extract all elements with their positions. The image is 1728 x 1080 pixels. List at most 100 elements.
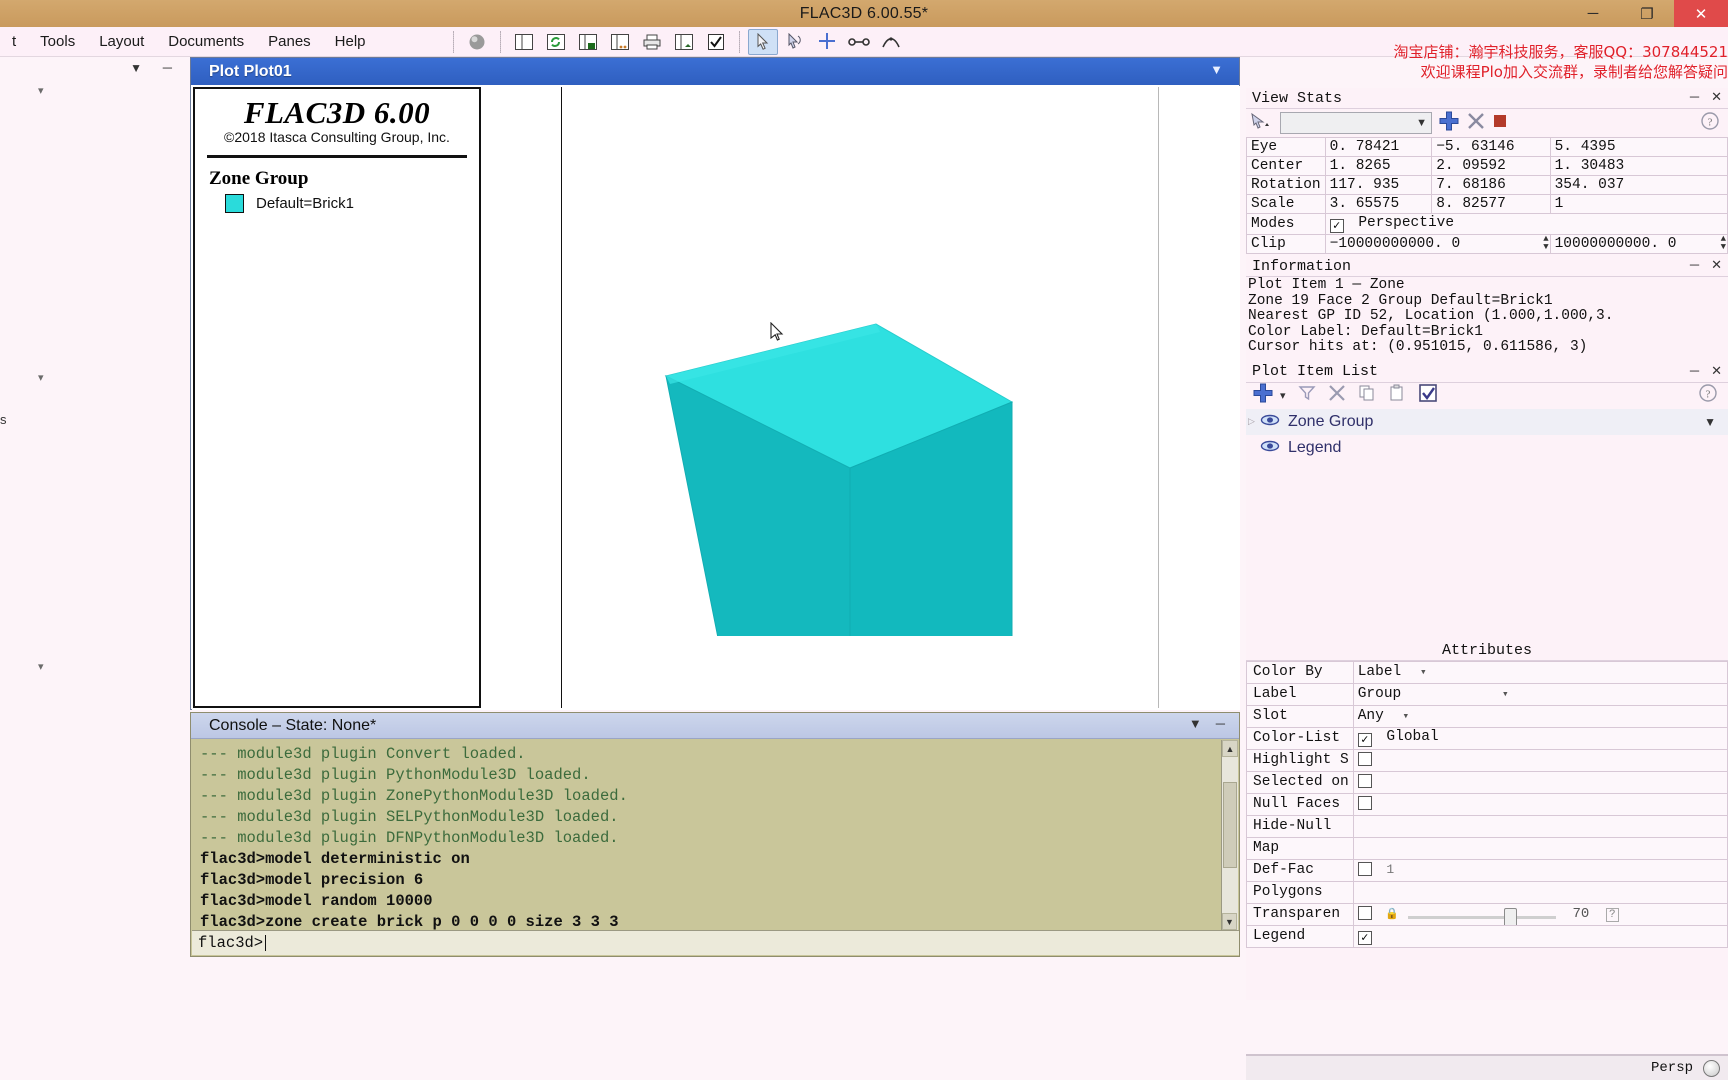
add-view-icon[interactable] xyxy=(1438,110,1460,137)
add-item-icon[interactable] xyxy=(1252,382,1274,409)
legend-checkbox[interactable]: ✓ xyxy=(1357,931,1372,945)
close-icon[interactable]: ✕ xyxy=(1711,89,1722,105)
menu-item-help[interactable]: Help xyxy=(323,31,378,52)
console-title-bar[interactable]: Console – State: None* ▼ ─ xyxy=(191,713,1239,739)
pane-options-icon[interactable] xyxy=(605,29,635,55)
menu-item-t[interactable]: t xyxy=(0,31,28,52)
help-icon[interactable]: ? xyxy=(1606,908,1619,922)
menu-item-documents[interactable]: Documents xyxy=(156,31,256,52)
restore-icon[interactable]: ─ xyxy=(1690,89,1699,105)
attr-value-cell[interactable] xyxy=(1352,748,1728,772)
move-tool-icon[interactable] xyxy=(812,29,842,55)
null-faces-checkbox[interactable] xyxy=(1357,796,1372,810)
chevron-expand-icon-2[interactable]: ▾ xyxy=(38,371,44,384)
rotate-tool-icon[interactable] xyxy=(780,29,810,55)
row-value-z[interactable]: 1. 30483 xyxy=(1549,156,1728,176)
restore-icon[interactable]: ─ xyxy=(1216,716,1225,731)
attr-row-map[interactable]: ▷Map xyxy=(1246,836,1728,860)
attr-row-legend[interactable]: ▷Legend ✓ xyxy=(1246,924,1728,948)
row-value-y[interactable]: 7. 68186 xyxy=(1431,175,1551,195)
attr-value-cell[interactable]: Any ▾ xyxy=(1352,704,1728,728)
chevron-down-icon[interactable]: ▼ xyxy=(1416,117,1427,129)
row-value-y[interactable]: −5. 63146 xyxy=(1431,137,1551,157)
transparency-checkbox[interactable] xyxy=(1357,906,1372,920)
chevron-down-icon[interactable]: ▼ xyxy=(1210,62,1223,77)
attr-value-cell[interactable]: 1 xyxy=(1352,858,1728,882)
selected-only-checkbox[interactable] xyxy=(1357,774,1372,788)
console-input-row[interactable]: flac3d> xyxy=(192,930,1239,955)
row-value-z[interactable]: 354. 037 xyxy=(1549,175,1728,195)
menu-item-layout[interactable]: Layout xyxy=(87,31,156,52)
restore-icon[interactable]: ─ xyxy=(1690,363,1699,379)
color-list-checkbox[interactable]: ✓ xyxy=(1357,733,1372,747)
zone-brick-3d-model[interactable] xyxy=(592,196,1042,636)
close-button[interactable]: ✕ xyxy=(1674,0,1728,27)
row-value-x[interactable]: 1. 8265 xyxy=(1324,156,1433,176)
plot-title-bar[interactable]: Plot Plot01 ▼ xyxy=(191,58,1239,85)
attr-value-cell[interactable]: Group ▾ xyxy=(1352,682,1728,706)
attr-row-color-by[interactable]: Color By Label ▾ xyxy=(1246,660,1728,684)
checkbox-icon[interactable] xyxy=(701,29,731,55)
console-output[interactable]: --- module3d plugin Convert loaded. --- … xyxy=(192,740,1222,930)
copy-icon[interactable] xyxy=(1358,384,1376,407)
attr-row-color-list[interactable]: ▷Color-List ✓ Global xyxy=(1246,726,1728,750)
chevron-down-icon[interactable]: ▾ xyxy=(1502,689,1509,701)
add-item-dropdown-icon[interactable]: ▾ xyxy=(1280,389,1286,402)
row-value-z[interactable]: 1 xyxy=(1549,194,1728,214)
chevron-expand-icon-3[interactable]: ▾ xyxy=(38,660,44,673)
new-pane-icon[interactable] xyxy=(509,29,539,55)
filter-icon[interactable] xyxy=(1297,384,1316,407)
row-value-y[interactable]: 2. 09592 xyxy=(1431,156,1551,176)
row-value-x[interactable]: 0. 78421 xyxy=(1324,137,1433,157)
scroll-down-arrow[interactable]: ▼ xyxy=(1222,913,1237,930)
lock-view-icon[interactable] xyxy=(1492,113,1508,134)
table-row-clip[interactable]: Clip −10000000000. 0 ▲ ▼ 10000000000. 0 ▲… xyxy=(1246,234,1728,254)
table-row[interactable]: Rotation 117. 935 7. 68186 354. 037 xyxy=(1246,175,1728,195)
attr-row-transparency[interactable]: Transparen 🔒 70 ? xyxy=(1246,902,1728,926)
attr-row-polygons[interactable]: ▷Polygons xyxy=(1246,880,1728,904)
row-value-y[interactable]: 8. 82577 xyxy=(1431,194,1551,214)
view-preset-combo[interactable]: ▼ xyxy=(1280,112,1432,134)
maximize-button[interactable]: ❐ xyxy=(1620,0,1674,27)
plot-canvas[interactable]: FLAC3D 6.00 ©2018 Itasca Consulting Grou… xyxy=(192,86,1240,710)
save-pane-icon[interactable] xyxy=(573,29,603,55)
row-value-x[interactable]: 117. 935 xyxy=(1324,175,1433,195)
link-tool-icon[interactable] xyxy=(844,29,874,55)
close-icon[interactable]: ✕ xyxy=(1711,257,1722,273)
expand-triangle-icon[interactable]: ▷ xyxy=(1248,416,1255,427)
transparency-slider[interactable] xyxy=(1407,908,1556,924)
table-row-modes[interactable]: Modes ✓ Perspective xyxy=(1246,213,1728,235)
row-value-z[interactable]: 5. 4395 xyxy=(1549,137,1728,157)
attr-value-cell[interactable] xyxy=(1352,880,1728,904)
delete-item-icon[interactable] xyxy=(1328,384,1346,407)
attr-row-def-fac[interactable]: Def-Fac 1 xyxy=(1246,858,1728,882)
attr-row-highlight[interactable]: Highlight S xyxy=(1246,748,1728,772)
plot-item-zone-group[interactable]: ▷ Zone Group ▼ xyxy=(1246,408,1728,435)
clip-min-cell[interactable]: −10000000000. 0 ▲ ▼ xyxy=(1324,234,1551,254)
attr-value-cell[interactable]: ✓ Global xyxy=(1352,726,1728,750)
minimize-button[interactable]: ─ xyxy=(1566,0,1620,27)
plot-item-list-empty-area[interactable] xyxy=(1246,460,1728,641)
toggle-visible-icon[interactable] xyxy=(1418,383,1438,408)
delete-view-icon[interactable] xyxy=(1466,111,1486,136)
render-sphere-icon[interactable] xyxy=(462,29,492,55)
pane-export-icon[interactable] xyxy=(669,29,699,55)
paste-icon[interactable] xyxy=(1388,384,1406,407)
table-row[interactable]: Eye 0. 78421 −5. 63146 5. 4395 xyxy=(1246,137,1728,157)
view-preset-icon[interactable] xyxy=(1250,111,1274,136)
clip-max-cell[interactable]: 10000000000. 0 ▲ ▼ xyxy=(1549,234,1728,254)
attr-value-cell[interactable] xyxy=(1352,770,1728,794)
refresh-pane-icon[interactable] xyxy=(541,29,571,55)
chevron-down-icon[interactable]: ▼ xyxy=(130,61,142,75)
attr-value-cell[interactable] xyxy=(1352,814,1728,838)
chevron-expand-icon-1[interactable]: ▾ xyxy=(38,84,44,97)
console-scrollbar[interactable]: ▲ ▼ xyxy=(1221,740,1238,930)
def-fac-checkbox[interactable] xyxy=(1357,862,1372,876)
slider-knob[interactable] xyxy=(1503,908,1517,924)
collapse-icon[interactable]: ▼ xyxy=(1189,716,1202,731)
scroll-up-arrow[interactable]: ▲ xyxy=(1222,740,1238,757)
attr-row-selected-only[interactable]: Selected on xyxy=(1246,770,1728,794)
help-icon[interactable]: ? xyxy=(1700,111,1720,136)
restore-icon[interactable]: ─ xyxy=(1690,257,1699,273)
eye-icon[interactable] xyxy=(1260,413,1280,431)
